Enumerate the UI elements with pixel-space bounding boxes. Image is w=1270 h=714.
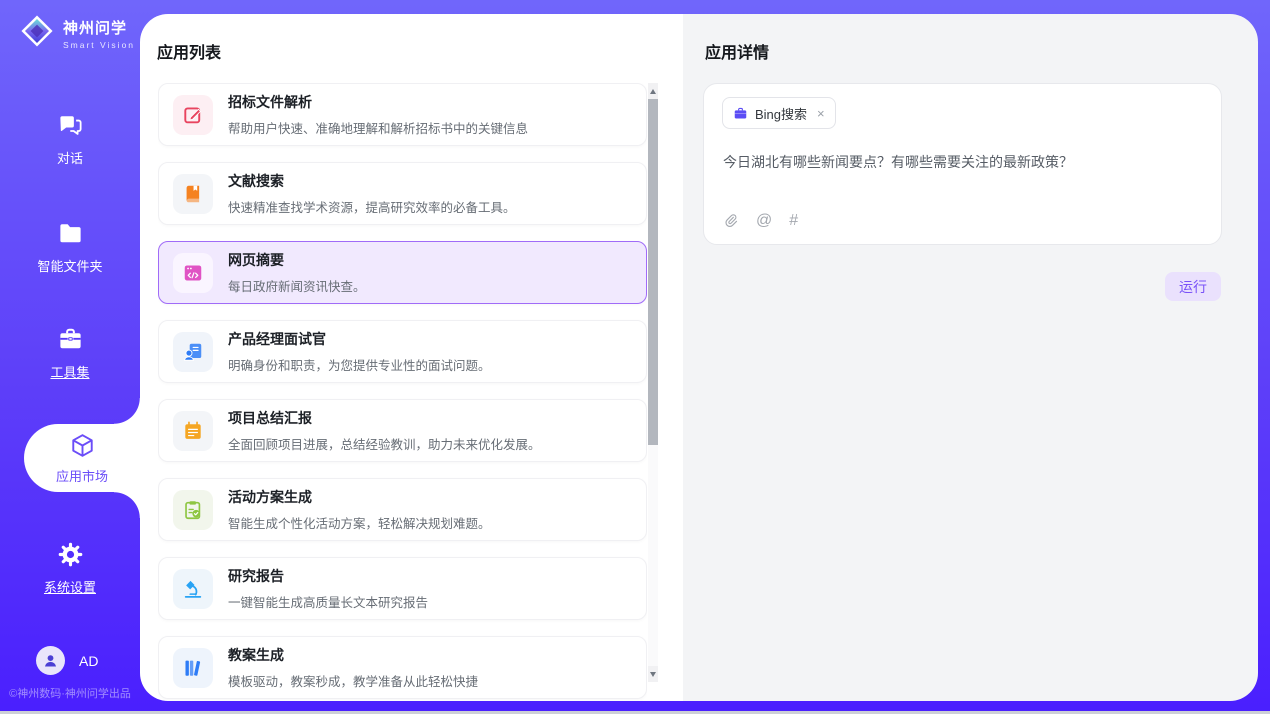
- app-card[interactable]: 项目总结汇报 全面回顾项目进展，总结经验教训，助力未来优化发展。: [158, 399, 647, 462]
- app-subtitle: Smart Vision: [63, 40, 135, 50]
- sidebar-item-label: 对话: [57, 148, 83, 167]
- app-card[interactable]: 文献搜索 快速精准查找学术资源，提高研究效率的必备工具。: [158, 162, 647, 225]
- app-card-desc: 帮助用户快速、准确地理解和解析招标书中的关键信息: [228, 118, 528, 137]
- app-detail-panel: 应用详情 Bing搜索 × 今日湖北有哪些新闻要点？有哪些需要关注的最新政策？ …: [683, 14, 1258, 701]
- prompt-card[interactable]: Bing搜索 × 今日湖北有哪些新闻要点？有哪些需要关注的最新政策？ @#: [703, 83, 1222, 245]
- pen-document-icon: [173, 95, 213, 135]
- cube-icon: [69, 432, 96, 459]
- app-card[interactable]: 网页摘要 每日政府新闻资讯快查。: [158, 241, 647, 304]
- app-card[interactable]: 产品经理面试官 明确身份和职责，为您提供专业性的面试问题。: [158, 320, 647, 383]
- app-card-desc: 全面回顾项目进展，总结经验教训，助力未来优化发展。: [228, 434, 541, 453]
- tool-chip-label: Bing搜索: [755, 104, 807, 123]
- sidebar-item-label: 应用市场: [56, 466, 108, 485]
- app-title: 神州问学: [63, 17, 135, 38]
- sidebar-item-label: 系统设置: [44, 577, 96, 596]
- sidebar-item-chat[interactable]: 对话: [0, 112, 140, 167]
- briefcase-icon: [733, 106, 748, 121]
- gear-icon: [57, 541, 84, 568]
- app-card-desc: 一键智能生成高质量长文本研究报告: [228, 592, 428, 611]
- hash-icon[interactable]: #: [789, 212, 798, 230]
- user-name: AD: [79, 653, 98, 669]
- tool-chip-bing-search[interactable]: Bing搜索 ×: [722, 97, 836, 129]
- app-card[interactable]: 活动方案生成 智能生成个性化活动方案，轻松解决规划难题。: [158, 478, 647, 541]
- logo-diamond-icon: [20, 14, 54, 53]
- person-icon: [42, 652, 59, 669]
- app-card-desc: 模板驱动，教案秒成，教学准备从此轻松快捷: [228, 671, 478, 690]
- scrollbar-thumb[interactable]: [648, 99, 658, 445]
- app-card-desc: 明确身份和职责，为您提供专业性的面试问题。: [228, 355, 491, 374]
- sidebar-footer: ©神州数码·神州问学出品: [0, 685, 140, 701]
- sidebar: 神州问学 Smart Vision 对话 智能文件夹 工具集 应用市场 系统设置…: [0, 0, 140, 714]
- user-row[interactable]: AD: [36, 646, 98, 675]
- prompt-toolbar: @#: [723, 212, 798, 230]
- triangle-up-icon: [650, 89, 656, 94]
- books-icon: [173, 648, 213, 688]
- app-card-title: 项目总结汇报: [228, 408, 541, 428]
- app-card-title: 招标文件解析: [228, 92, 528, 112]
- web-code-icon: [173, 253, 213, 293]
- microscope-icon: [173, 569, 213, 609]
- content-area: 应用列表 招标文件解析 帮助用户快速、准确地理解和解析招标书中的关键信息 文献搜…: [140, 14, 1258, 701]
- sidebar-item-folder[interactable]: 智能文件夹: [0, 220, 140, 275]
- app-list-title: 应用列表: [157, 39, 221, 63]
- avatar[interactable]: [36, 646, 65, 675]
- app-detail-title: 应用详情: [705, 39, 769, 63]
- paperclip-icon[interactable]: [723, 212, 739, 230]
- at-icon[interactable]: @: [756, 212, 772, 230]
- sidebar-item-toolbox[interactable]: 工具集: [0, 326, 140, 381]
- chip-close-icon[interactable]: ×: [817, 107, 825, 120]
- scrollbar[interactable]: [648, 83, 658, 682]
- sidebar-item-label: 智能文件夹: [37, 256, 102, 275]
- run-button[interactable]: 运行: [1165, 272, 1221, 301]
- interviewer-icon: [173, 332, 213, 372]
- book-icon: [173, 174, 213, 214]
- sidebar-item-label: 工具集: [50, 362, 89, 381]
- app-card-title: 网页摘要: [228, 250, 366, 270]
- app-card-desc: 快速精准查找学术资源，提高研究效率的必备工具。: [228, 197, 516, 216]
- calendar-report-icon: [173, 411, 213, 451]
- app-card-desc: 智能生成个性化活动方案，轻松解决规划难题。: [228, 513, 491, 532]
- app-card-list: 招标文件解析 帮助用户快速、准确地理解和解析招标书中的关键信息 文献搜索 快速精…: [158, 83, 647, 701]
- sidebar-item-gear[interactable]: 系统设置: [0, 541, 140, 596]
- app-card-title: 活动方案生成: [228, 487, 491, 507]
- scroll-down-button[interactable]: [648, 666, 658, 682]
- app-card[interactable]: 研究报告 一键智能生成高质量长文本研究报告: [158, 557, 647, 620]
- triangle-down-icon: [650, 672, 656, 677]
- app-list-panel: 应用列表 招标文件解析 帮助用户快速、准确地理解和解析招标书中的关键信息 文献搜…: [140, 14, 683, 701]
- clipboard-check-icon: [173, 490, 213, 530]
- app-card-title: 研究报告: [228, 566, 428, 586]
- folder-icon: [57, 220, 84, 247]
- sidebar-item-cube[interactable]: 应用市场: [24, 424, 140, 492]
- chat-icon: [57, 112, 84, 139]
- app-card-title: 文献搜索: [228, 171, 516, 191]
- toolbox-icon: [57, 326, 84, 353]
- app-card[interactable]: 招标文件解析 帮助用户快速、准确地理解和解析招标书中的关键信息: [158, 83, 647, 146]
- scroll-up-button[interactable]: [648, 83, 658, 99]
- app-card-title: 教案生成: [228, 645, 478, 665]
- logo: 神州问学 Smart Vision: [20, 14, 135, 53]
- app-card-title: 产品经理面试官: [228, 329, 491, 349]
- app-card-desc: 每日政府新闻资讯快查。: [228, 276, 366, 295]
- prompt-text[interactable]: 今日湖北有哪些新闻要点？有哪些需要关注的最新政策？: [723, 152, 1203, 173]
- app-card[interactable]: 教案生成 模板驱动，教案秒成，教学准备从此轻松快捷: [158, 636, 647, 699]
